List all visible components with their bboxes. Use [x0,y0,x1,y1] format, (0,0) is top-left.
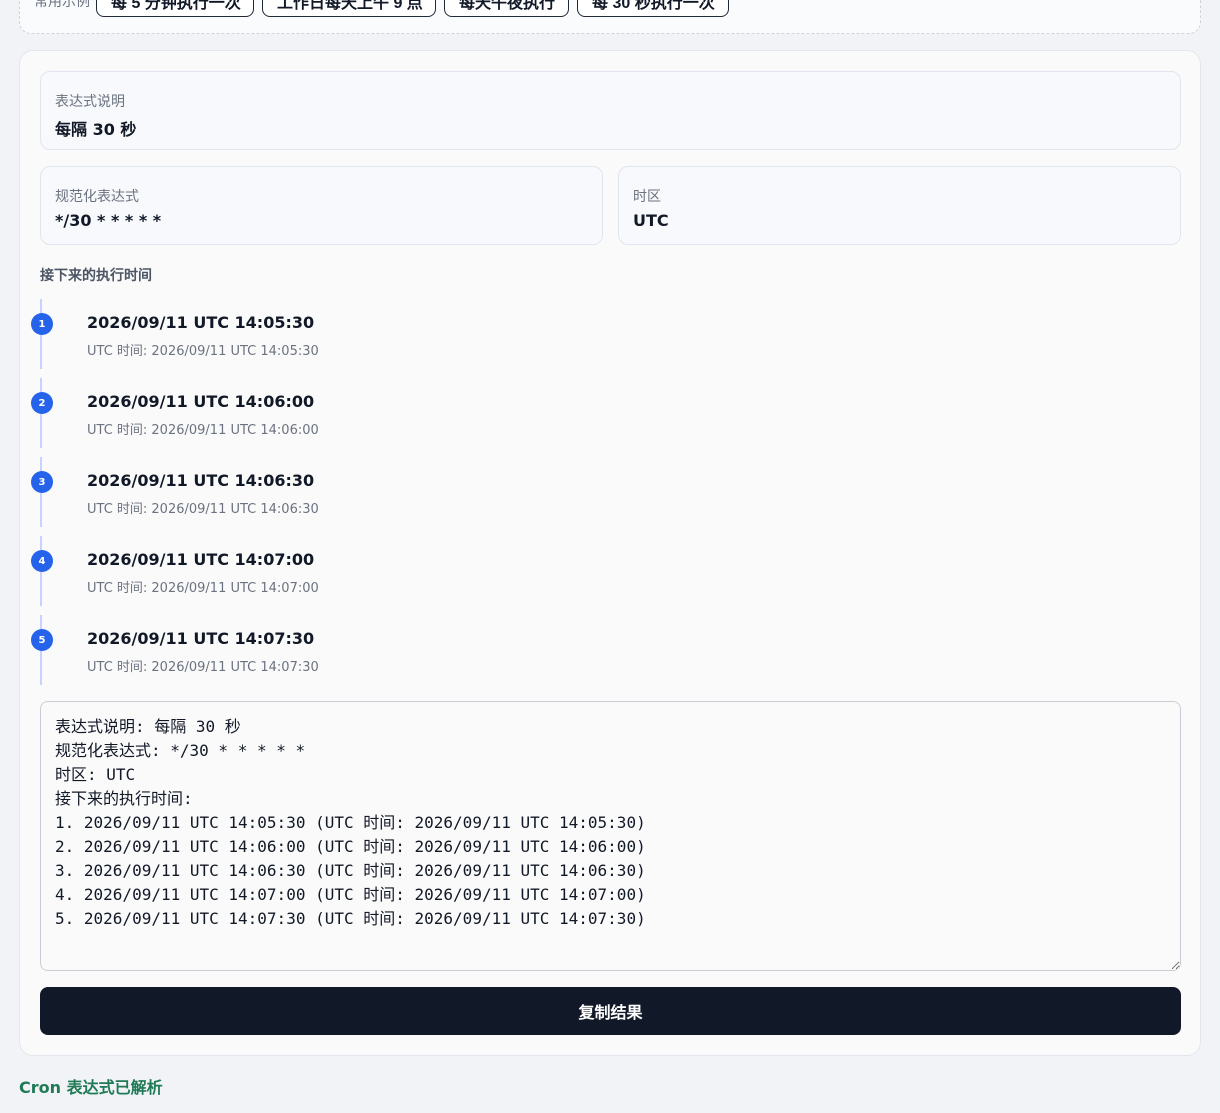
run-utc-time: UTC 时间: 2026/09/11 UTC 14:05:30 [87,344,319,359]
preset-examples: 常用示例 每 5 分钟执行一次 工作日每天上午 9 点 每天午夜执行 每 30 … [19,0,1201,34]
timeline-item: 3 2026/09/11 UTC 14:06:30 UTC 时间: 2026/0… [31,457,1140,527]
timeline-item: 2 2026/09/11 UTC 14:06:00 UTC 时间: 2026/0… [31,378,1140,448]
run-time: 2026/09/11 UTC 14:07:30 [87,629,315,648]
next-runs-title: 接下来的执行时间 [40,268,152,284]
timezone-box: 时区 UTC [618,166,1181,245]
preset-midnight-button[interactable]: 每天午夜执行 [444,0,569,17]
run-time: 2026/09/11 UTC 14:06:00 [87,392,315,411]
preset-every-5-min-button[interactable]: 每 5 分钟执行一次 [96,0,254,17]
timezone-value: UTC [633,211,669,230]
timeline-item: 4 2026/09/11 UTC 14:07:00 UTC 时间: 2026/0… [31,536,1140,606]
next-runs-timeline: 1 2026/09/11 UTC 14:05:30 UTC 时间: 2026/0… [31,299,1140,689]
run-time: 2026/09/11 UTC 14:07:00 [87,550,315,569]
timeline-index-badge: 5 [31,629,53,651]
description-box: 表达式说明 每隔 30 秒 [40,71,1181,150]
copy-result-button[interactable]: 复制结果 [40,987,1181,1035]
page: 常用示例 每 5 分钟执行一次 工作日每天上午 9 点 每天午夜执行 每 30 … [0,0,1220,1113]
run-utc-time: UTC 时间: 2026/09/11 UTC 14:06:30 [87,502,319,517]
run-time: 2026/09/11 UTC 14:06:30 [87,471,315,490]
run-utc-time: UTC 时间: 2026/09/11 UTC 14:07:00 [87,581,319,596]
result-card: 表达式说明 每隔 30 秒 规范化表达式 */30 * * * * * 时区 U… [19,50,1201,1056]
timeline-item: 5 2026/09/11 UTC 14:07:30 UTC 时间: 2026/0… [31,615,1140,685]
preset-weekday-9am-button[interactable]: 工作日每天上午 9 点 [262,0,436,17]
timeline-index-badge: 3 [31,471,53,493]
timeline-index-badge: 1 [31,313,53,335]
timezone-label: 时区 [633,189,661,205]
run-utc-time: UTC 时间: 2026/09/11 UTC 14:07:30 [87,660,319,675]
normalized-expression-box: 规范化表达式 */30 * * * * * [40,166,603,245]
timeline-index-badge: 4 [31,550,53,572]
timeline-index-badge: 2 [31,392,53,414]
normalized-label: 规范化表达式 [55,189,139,205]
timeline-item: 1 2026/09/11 UTC 14:05:30 UTC 时间: 2026/0… [31,299,1140,369]
preset-every-30-sec-button[interactable]: 每 30 秒执行一次 [577,0,729,17]
run-time: 2026/09/11 UTC 14:05:30 [87,313,315,332]
description-value: 每隔 30 秒 [55,120,137,139]
result-textarea[interactable]: 表达式说明: 每隔 30 秒 规范化表达式: */30 * * * * * 时区… [40,701,1181,971]
normalized-value: */30 * * * * * [55,211,162,230]
presets-label: 常用示例 [34,0,90,10]
description-label: 表达式说明 [55,94,125,110]
run-utc-time: UTC 时间: 2026/09/11 UTC 14:06:00 [87,423,319,438]
status-message: Cron 表达式已解析 [19,1078,163,1097]
